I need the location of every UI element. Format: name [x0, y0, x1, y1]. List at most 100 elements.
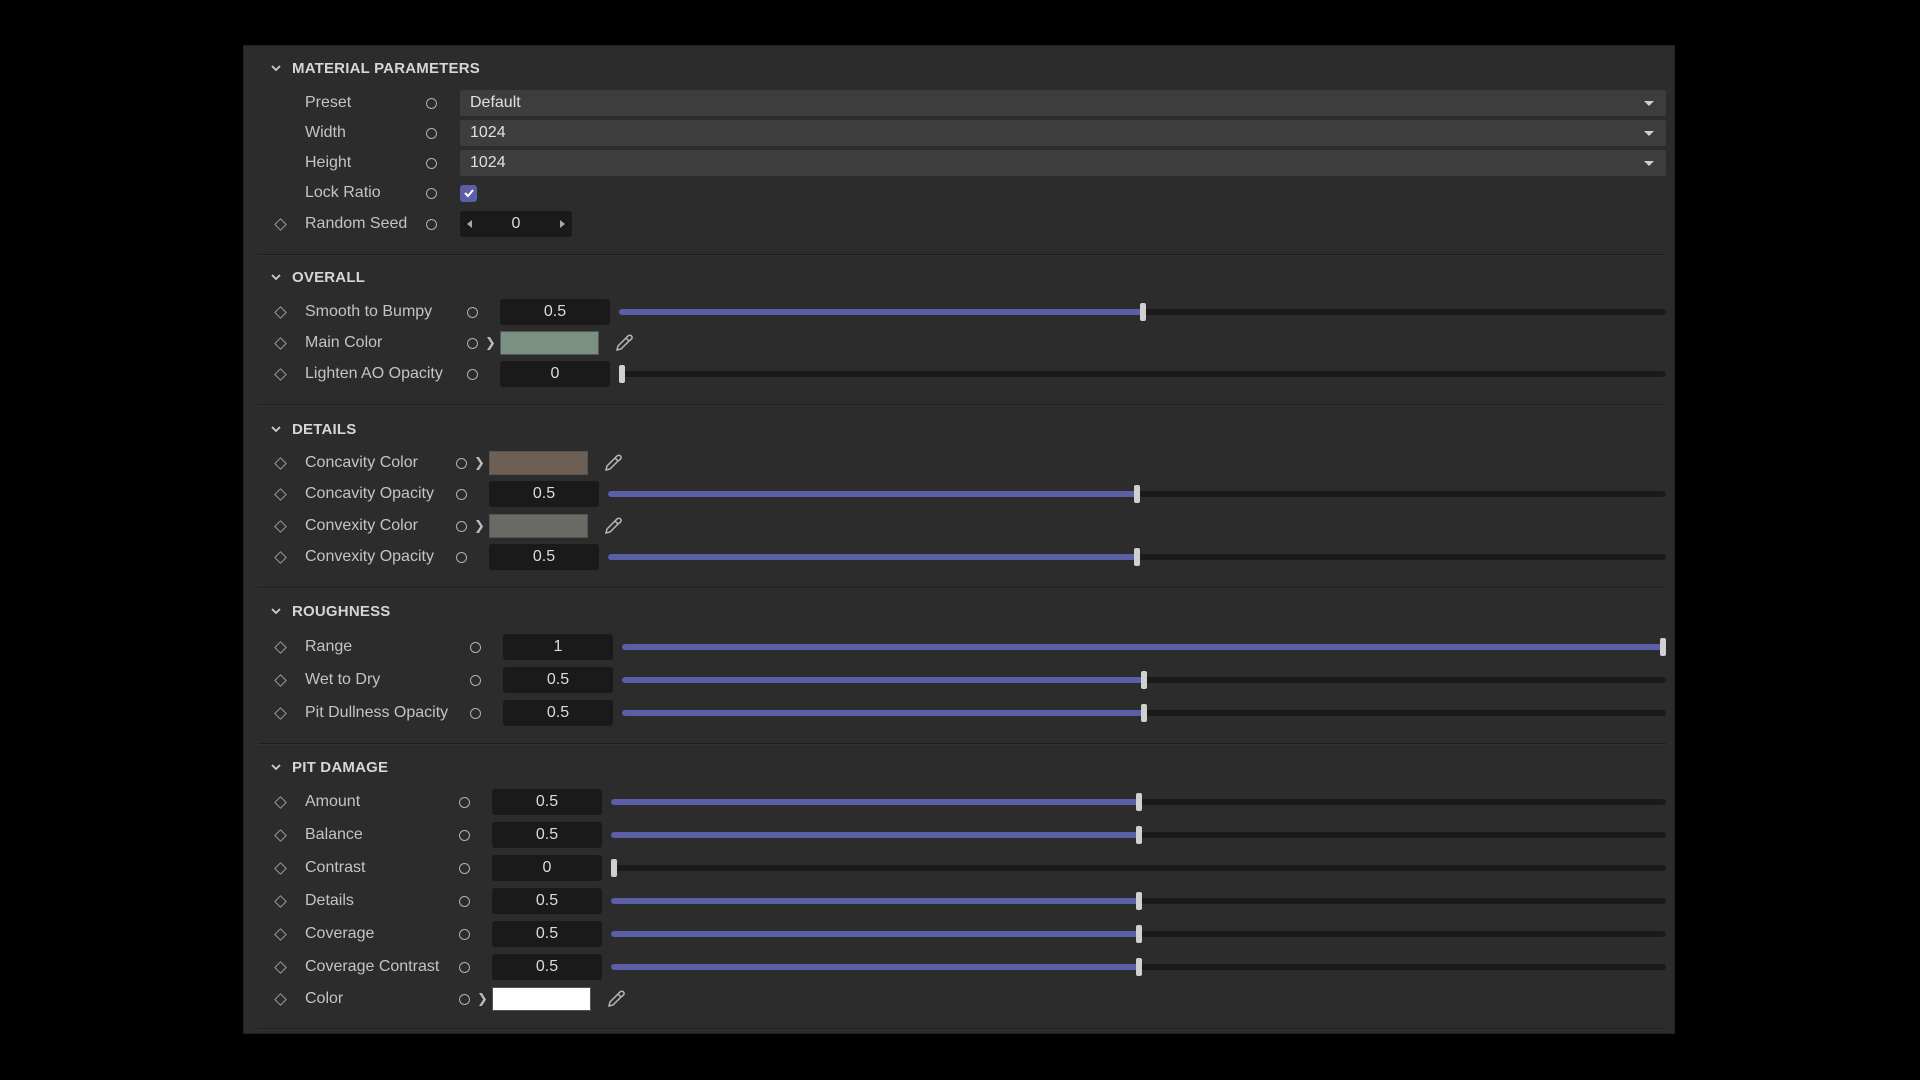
wet-to-dry-input[interactable]: 0.5: [503, 667, 613, 693]
eyedropper-icon[interactable]: [614, 333, 634, 353]
keyframe-diamond-icon[interactable]: [274, 519, 287, 533]
slider-thumb[interactable]: [619, 365, 625, 383]
expose-circle-icon[interactable]: [470, 641, 481, 653]
slider-thumb[interactable]: [1141, 704, 1147, 722]
expose-circle-icon[interactable]: [456, 551, 467, 563]
eyedropper-icon[interactable]: [603, 453, 623, 473]
concavity-opacity-slider[interactable]: [608, 485, 1666, 503]
coverage-contrast-slider[interactable]: [611, 958, 1666, 976]
expose-circle-icon[interactable]: [459, 895, 470, 907]
concavity-opacity-input[interactable]: 0.5: [489, 481, 599, 507]
section-header-roughness[interactable]: ROUGHNESS: [244, 601, 390, 621]
slider-thumb[interactable]: [1141, 671, 1147, 689]
expose-circle-icon[interactable]: [456, 457, 467, 469]
expose-circle-icon[interactable]: [467, 368, 478, 380]
keyframe-diamond-icon[interactable]: [274, 487, 287, 501]
section-header-material-parameters[interactable]: MATERIAL PARAMETERS: [244, 58, 480, 78]
slider-thumb[interactable]: [1660, 638, 1666, 656]
range-slider[interactable]: [622, 638, 1666, 656]
eyedropper-icon[interactable]: [606, 989, 626, 1009]
arrow-right-icon[interactable]: [560, 220, 565, 228]
expose-circle-icon[interactable]: [467, 337, 478, 349]
slider-thumb[interactable]: [1134, 548, 1140, 566]
keyframe-diamond-icon[interactable]: [274, 894, 287, 908]
convexity-opacity-slider[interactable]: [608, 548, 1666, 566]
section-header-overall[interactable]: OVERALL: [244, 267, 365, 287]
slider-thumb[interactable]: [1135, 925, 1142, 943]
keyframe-diamond-icon[interactable]: [274, 927, 287, 941]
keyframe-diamond-icon[interactable]: [274, 640, 287, 654]
keyframe-diamond-icon[interactable]: [274, 217, 287, 231]
expose-circle-icon[interactable]: [456, 520, 467, 532]
slider-thumb[interactable]: [1135, 958, 1142, 976]
expose-circle-icon[interactable]: [470, 674, 481, 686]
expose-circle-icon[interactable]: [426, 157, 437, 169]
concavity-color-swatch[interactable]: [489, 451, 588, 475]
expose-circle-icon[interactable]: [459, 796, 470, 808]
keyframe-diamond-icon[interactable]: [274, 673, 287, 687]
expose-circle-icon[interactable]: [467, 306, 478, 318]
details-input[interactable]: 0.5: [492, 888, 602, 914]
main-color-swatch[interactable]: [500, 331, 599, 355]
amount-slider[interactable]: [611, 793, 1666, 811]
chevron-right-icon[interactable]: ❯: [485, 335, 496, 351]
lighten-ao-opacity-input[interactable]: 0: [500, 361, 610, 387]
keyframe-diamond-icon[interactable]: [274, 795, 287, 809]
expose-circle-icon[interactable]: [470, 707, 481, 719]
expose-circle-icon[interactable]: [459, 862, 470, 874]
wet-to-dry-slider[interactable]: [622, 671, 1666, 689]
expose-circle-icon[interactable]: [459, 961, 470, 973]
slider-thumb[interactable]: [1139, 303, 1146, 321]
slider-thumb[interactable]: [1135, 892, 1142, 910]
range-input[interactable]: 1: [503, 634, 613, 660]
expose-circle-icon[interactable]: [459, 829, 470, 841]
section-header-details[interactable]: DETAILS: [244, 419, 356, 439]
expose-circle-icon[interactable]: [426, 127, 437, 139]
keyframe-diamond-icon[interactable]: [274, 305, 287, 319]
chevron-right-icon[interactable]: ❯: [474, 518, 485, 534]
keyframe-diamond-icon[interactable]: [274, 960, 287, 974]
section-header-pit-damage[interactable]: PIT DAMAGE: [244, 757, 388, 777]
height-dropdown[interactable]: 1024: [460, 150, 1666, 176]
amount-input[interactable]: 0.5: [492, 789, 602, 815]
arrow-left-icon[interactable]: [467, 220, 472, 228]
width-dropdown[interactable]: 1024: [460, 120, 1666, 146]
pit-dullness-opacity-slider[interactable]: [622, 704, 1666, 722]
keyframe-diamond-icon[interactable]: [274, 456, 287, 470]
expose-circle-icon[interactable]: [456, 488, 467, 500]
keyframe-diamond-icon[interactable]: [274, 367, 287, 381]
keyframe-diamond-icon[interactable]: [274, 861, 287, 875]
contrast-slider[interactable]: [611, 859, 1666, 877]
chevron-right-icon[interactable]: ❯: [474, 455, 485, 471]
expose-circle-icon[interactable]: [459, 993, 470, 1005]
expose-circle-icon[interactable]: [426, 97, 437, 109]
keyframe-diamond-icon[interactable]: [274, 706, 287, 720]
coverage-slider[interactable]: [611, 925, 1666, 943]
keyframe-diamond-icon[interactable]: [274, 828, 287, 842]
expose-circle-icon[interactable]: [426, 218, 437, 230]
eyedropper-icon[interactable]: [603, 516, 623, 536]
smooth-to-bumpy-slider[interactable]: [619, 303, 1666, 321]
chevron-right-icon[interactable]: ❯: [477, 991, 488, 1007]
balance-input[interactable]: 0.5: [492, 822, 602, 848]
random-seed-stepper[interactable]: 0: [460, 211, 572, 237]
details-slider[interactable]: [611, 892, 1666, 910]
pit-color-swatch[interactable]: [492, 987, 591, 1011]
slider-thumb[interactable]: [1135, 793, 1142, 811]
slider-thumb[interactable]: [1135, 826, 1142, 844]
smooth-to-bumpy-input[interactable]: 0.5: [500, 299, 610, 325]
preset-dropdown[interactable]: Default: [460, 90, 1666, 116]
expose-circle-icon[interactable]: [459, 928, 470, 940]
lighten-ao-opacity-slider[interactable]: [619, 365, 1666, 383]
keyframe-diamond-icon[interactable]: [274, 550, 287, 564]
keyframe-diamond-icon[interactable]: [274, 992, 287, 1006]
coverage-contrast-input[interactable]: 0.5: [492, 954, 602, 980]
convexity-opacity-input[interactable]: 0.5: [489, 544, 599, 570]
contrast-input[interactable]: 0: [492, 855, 602, 881]
slider-thumb[interactable]: [611, 859, 617, 877]
convexity-color-swatch[interactable]: [489, 514, 588, 538]
coverage-input[interactable]: 0.5: [492, 921, 602, 947]
lock-ratio-checkbox[interactable]: [460, 184, 477, 202]
pit-dullness-opacity-input[interactable]: 0.5: [503, 700, 613, 726]
expose-circle-icon[interactable]: [426, 187, 437, 199]
